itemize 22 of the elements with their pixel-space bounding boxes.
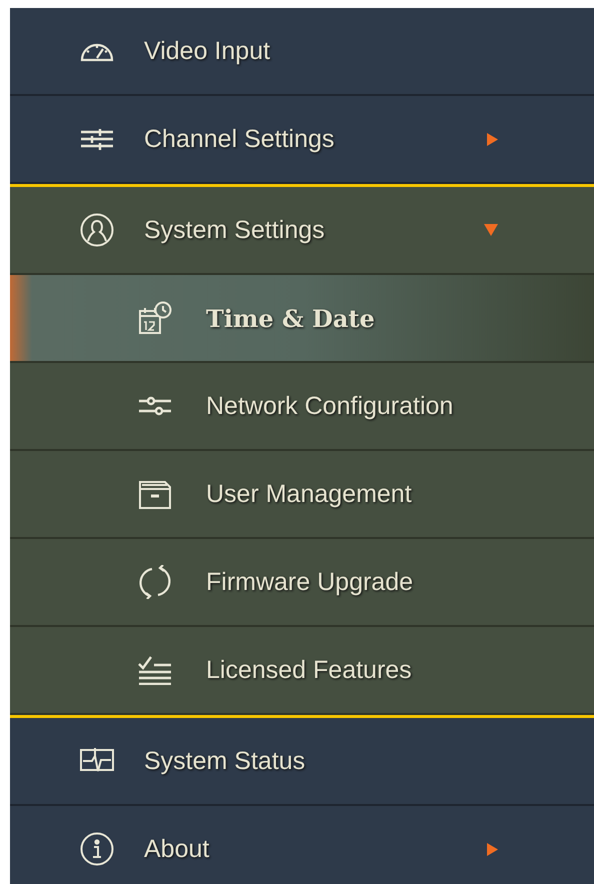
info-icon: [80, 832, 114, 866]
sliders-icon: [138, 396, 172, 416]
checklist-icon: [138, 655, 172, 685]
menu-label: System Status: [144, 746, 306, 776]
menu-label: Channel Settings: [144, 124, 334, 154]
menu-label: Video Input: [144, 36, 270, 66]
sliders-icon: [80, 128, 114, 150]
menu-label: About: [144, 834, 210, 864]
submenu-label: Firmware Upgrade: [206, 568, 414, 596]
menu-label: System Settings: [144, 216, 325, 244]
caret-right-icon: [487, 842, 498, 856]
user-circle-icon: [80, 213, 114, 247]
submenu-label: Network Configuration: [206, 392, 454, 420]
submenu-label: Time & Date: [206, 304, 375, 332]
calendar-clock-icon: [138, 301, 172, 335]
submenu-label: User Management: [206, 480, 412, 508]
refresh-icon: [138, 565, 172, 599]
caret-right-icon: [487, 132, 498, 146]
caret-down-icon: [484, 224, 498, 236]
submenu-label: Licensed Features: [206, 656, 412, 684]
box-icon: [138, 479, 172, 509]
submenu-item[interactable]: Time & Date: [10, 275, 594, 363]
